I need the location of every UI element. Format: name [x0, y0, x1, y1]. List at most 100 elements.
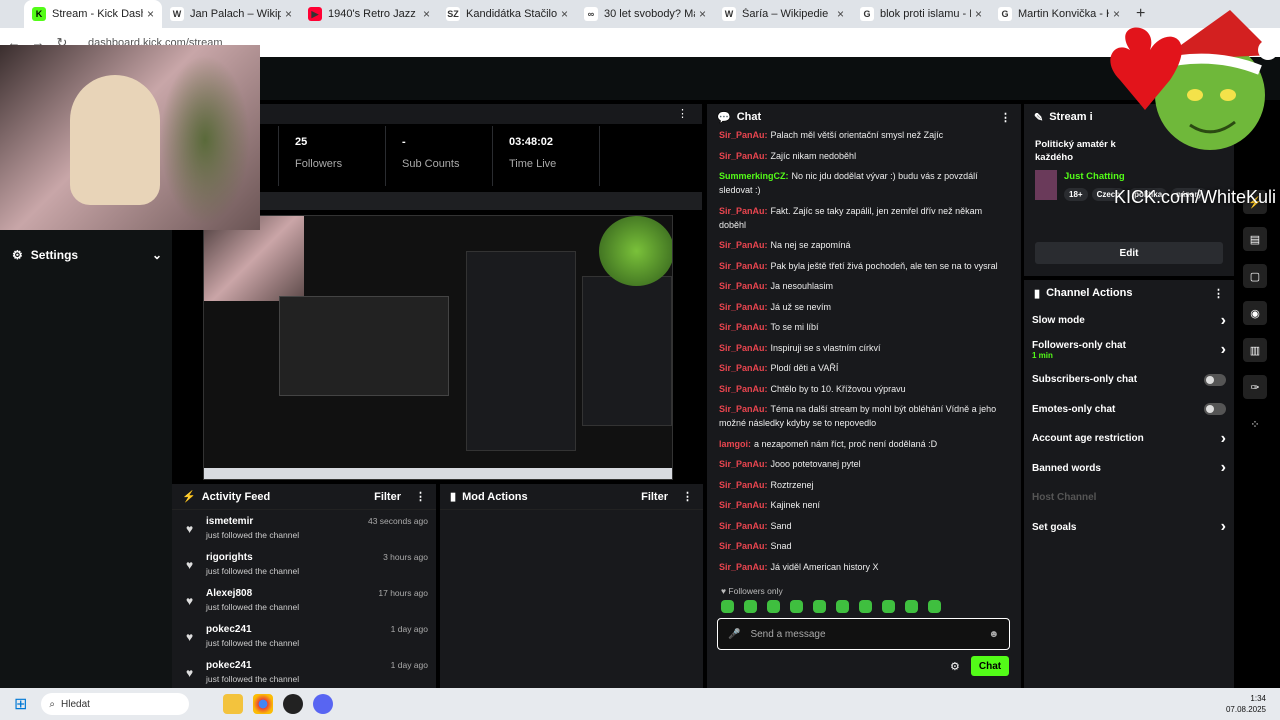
browser-tab[interactable]: K Stream - Kick Dashboard × — [24, 0, 162, 28]
chat-username[interactable]: lamgoi: — [719, 439, 751, 449]
chat-username[interactable]: Sir_PanAu: — [719, 343, 768, 353]
channel-action-row[interactable]: Banned words › — [1024, 454, 1234, 484]
more-options-icon[interactable]: ⋮ — [1213, 287, 1224, 300]
activity-username[interactable]: rigorights — [206, 552, 383, 563]
stream-preview[interactable] — [203, 215, 673, 480]
chat-icon[interactable]: ▢ — [1243, 264, 1267, 288]
browser-tab[interactable]: W Jan Palach – Wikipedie × — [162, 0, 300, 28]
chat-username[interactable]: Sir_PanAu: — [719, 521, 768, 531]
system-clock[interactable]: 1:34 07.08.2025 — [1226, 693, 1266, 715]
clipboard-icon[interactable]: ▤ — [1243, 227, 1267, 251]
browser-tab[interactable]: Gblok proti islamu - Hleda × — [852, 0, 990, 28]
chat-message: Sir_PanAu: Sand — [719, 519, 1009, 533]
wrench-icon[interactable]: ✑ — [1243, 375, 1267, 399]
more-options-icon[interactable]: ⋮ — [682, 490, 693, 503]
emote-icon[interactable] — [813, 600, 826, 613]
close-icon[interactable]: × — [699, 7, 706, 21]
tab-favicon-icon: G — [998, 7, 1012, 21]
toggle-switch[interactable] — [1204, 403, 1226, 416]
chat-username[interactable]: Sir_PanAu: — [719, 541, 768, 551]
chat-username[interactable]: Sir_PanAu: — [719, 562, 768, 572]
activity-username[interactable]: pokec241 — [206, 624, 391, 635]
chat-username[interactable]: Sir_PanAu: — [719, 480, 768, 490]
chat-username[interactable]: Sir_PanAu: — [719, 363, 768, 373]
broadcast-icon[interactable]: ◉ — [1243, 301, 1267, 325]
emote-icon[interactable] — [721, 600, 734, 613]
activity-body: ismetemir just followed the channel — [206, 516, 368, 546]
channel-action-text: Emotes-only chat — [1032, 404, 1204, 415]
chat-username[interactable]: Sir_PanAu: — [719, 206, 768, 216]
emote-icon[interactable] — [905, 600, 918, 613]
channel-action-label: Emotes-only chat — [1032, 403, 1116, 415]
activity-username[interactable]: Alexej808 — [206, 588, 378, 599]
emote-icon[interactable] — [836, 600, 849, 613]
extensions-icon[interactable]: ⁘ — [1243, 412, 1267, 436]
chat-message: Sir_PanAu: Plodí děti a VAŘÍ — [719, 361, 1009, 375]
activity-username[interactable]: ismetemir — [206, 516, 368, 527]
more-options-icon[interactable]: ⋮ — [415, 490, 426, 503]
mic-icon[interactable]: 🎤 — [728, 629, 740, 640]
file-explorer-icon[interactable] — [223, 694, 244, 714]
more-options-icon[interactable]: ⋮ — [677, 107, 688, 120]
channel-action-sub: 1 min — [1032, 351, 1053, 361]
windows-taskbar: ⊞ ⌕ Hledat 1:34 07.08.2025 — [0, 688, 1280, 720]
chat-settings-icon[interactable]: ⚙ — [950, 660, 960, 673]
close-icon[interactable]: × — [285, 7, 292, 21]
send-chat-button[interactable]: Chat — [971, 656, 1009, 676]
preview-actions — [582, 276, 672, 426]
windows-start-icon[interactable]: ⊞ — [14, 694, 27, 714]
filter-button[interactable]: Filter — [641, 491, 668, 503]
edit-button[interactable]: Edit — [1035, 242, 1223, 264]
channel-action-row[interactable]: Emotes-only chat — [1024, 395, 1234, 425]
close-icon[interactable]: × — [561, 7, 568, 21]
chat-username[interactable]: Sir_PanAu: — [719, 322, 768, 332]
browser-tab[interactable]: SZ Kandidátka Stačilo! histo × — [438, 0, 576, 28]
toggle-switch[interactable] — [1204, 373, 1226, 386]
chat-username[interactable]: Sir_PanAu: — [719, 130, 768, 140]
close-icon[interactable]: × — [837, 7, 844, 21]
emote-icon[interactable] — [928, 600, 941, 613]
emoji-icon[interactable]: ☻ — [988, 629, 999, 640]
chat-text: Jooo potetovanej pytel — [770, 459, 861, 469]
chat-username[interactable]: Sir_PanAu: — [719, 261, 768, 271]
browser-tab[interactable]: ▶ 1940's Retro Jazz - Vi × — [300, 0, 438, 28]
layout-icon[interactable]: ▥ — [1243, 338, 1267, 362]
sidebar-item-settings[interactable]: ⚙ Settings ⌄ — [12, 246, 162, 264]
chat-username[interactable]: Sir_PanAu: — [719, 151, 768, 161]
chat-username[interactable]: SummerkingCZ: — [719, 171, 789, 181]
chat-username[interactable]: Sir_PanAu: — [719, 281, 768, 291]
filter-button[interactable]: Filter — [374, 491, 401, 503]
activity-time: 1 day ago — [390, 660, 428, 670]
emote-icon[interactable] — [767, 600, 780, 613]
activity-feed-title: Activity Feed — [201, 490, 271, 503]
chat-username[interactable]: Sir_PanAu: — [719, 500, 768, 510]
channel-action-row[interactable]: Set goals › — [1024, 513, 1234, 543]
chat-username[interactable]: Sir_PanAu: — [719, 404, 768, 414]
close-icon[interactable]: × — [147, 7, 154, 21]
chat-input[interactable]: 🎤 Send a message ☻ — [717, 618, 1010, 650]
channel-action-row[interactable]: Followers-only chat 1 min › — [1024, 336, 1234, 366]
emote-icon[interactable] — [882, 600, 895, 613]
activity-username[interactable]: pokec241 — [206, 660, 391, 671]
channel-action-label: Followers-only chat — [1032, 340, 1126, 352]
browser-tab[interactable]: W Šaría – Wikipedie × — [714, 0, 852, 28]
close-icon[interactable]: × — [975, 7, 982, 21]
channel-action-row[interactable]: Slow mode › — [1024, 306, 1234, 336]
channel-action-row[interactable]: Account age restriction › — [1024, 424, 1234, 454]
chat-username[interactable]: Sir_PanAu: — [719, 459, 768, 469]
emote-icon[interactable] — [790, 600, 803, 613]
discord-icon[interactable] — [313, 694, 334, 714]
tag-chip[interactable]: 18+ — [1064, 188, 1088, 201]
taskbar-search[interactable]: ⌕ Hledat — [41, 693, 190, 715]
channel-action-row[interactable]: Subscribers-only chat — [1024, 365, 1234, 395]
emote-icon[interactable] — [859, 600, 872, 613]
chat-username[interactable]: Sir_PanAu: — [719, 240, 768, 250]
close-icon[interactable]: × — [423, 7, 430, 21]
obs-icon[interactable] — [283, 694, 304, 714]
chrome-icon[interactable] — [253, 694, 274, 714]
more-options-icon[interactable]: ⋮ — [1000, 111, 1011, 124]
emote-icon[interactable] — [744, 600, 757, 613]
chat-username[interactable]: Sir_PanAu: — [719, 384, 768, 394]
browser-tab[interactable]: ∞ 30 let svobody? Máme na × — [576, 0, 714, 28]
chat-username[interactable]: Sir_PanAu: — [719, 302, 768, 312]
